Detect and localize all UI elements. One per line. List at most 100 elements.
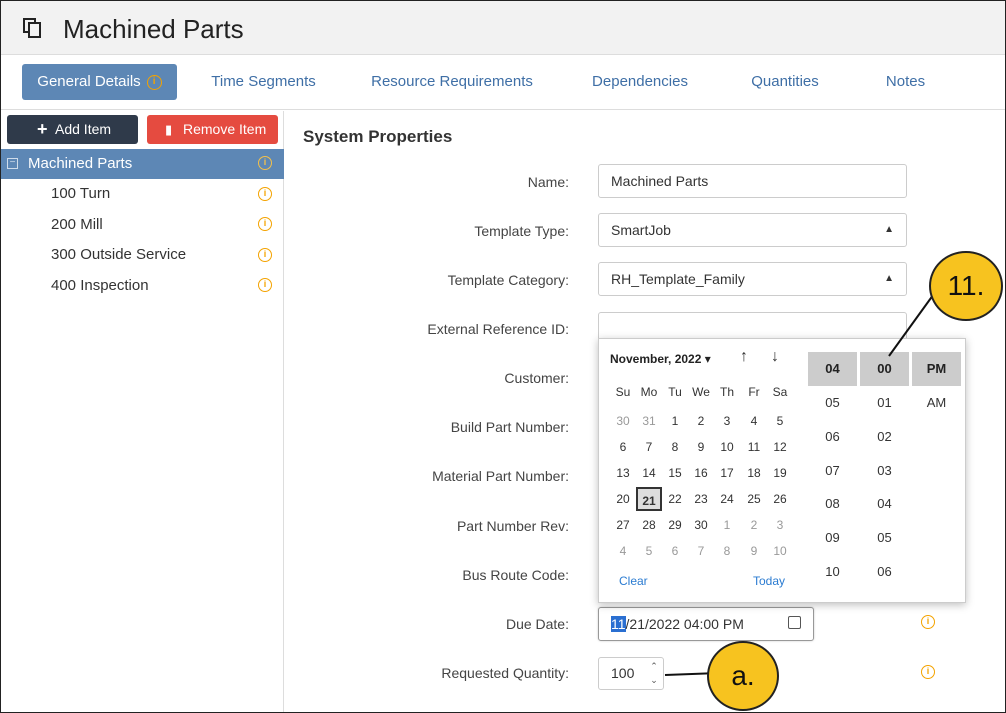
today-button[interactable]: Today bbox=[753, 574, 785, 588]
plus-icon: + bbox=[37, 119, 48, 139]
tab-resource-requirements[interactable]: Resource Requirements bbox=[371, 64, 533, 100]
ampm-option[interactable]: AM bbox=[912, 395, 961, 410]
hour-option[interactable]: 08 bbox=[808, 496, 857, 511]
tree-item-200-mill[interactable]: 200 Mill bbox=[51, 210, 103, 240]
sort-caret-icon: ▲ bbox=[884, 224, 894, 235]
section-title: System Properties bbox=[303, 127, 453, 146]
name-label: Name: bbox=[527, 174, 569, 190]
calendar-day[interactable]: 8 bbox=[662, 435, 688, 459]
calendar-day[interactable]: 29 bbox=[662, 513, 688, 537]
arrow-up-icon[interactable]: ↑ bbox=[740, 348, 748, 366]
minute-option[interactable]: 03 bbox=[860, 463, 909, 478]
calendar-day[interactable]: 12 bbox=[767, 435, 793, 459]
calendar-day[interactable]: 9 bbox=[688, 435, 714, 459]
calendar-day[interactable]: 4 bbox=[610, 539, 636, 563]
arrow-down-icon[interactable]: ↓ bbox=[771, 348, 779, 366]
calendar-day[interactable]: 9 bbox=[741, 539, 767, 563]
calendar-day[interactable]: 27 bbox=[610, 513, 636, 537]
requested-qty-input[interactable]: 100 ⌃ ⌄ bbox=[598, 657, 664, 690]
calendar-day[interactable]: 19 bbox=[767, 461, 793, 485]
template-type-select[interactable]: SmartJob ▲ bbox=[598, 213, 907, 247]
hour-option[interactable]: 05 bbox=[808, 395, 857, 410]
datetime-picker: November, 2022 ▾ ↑ ↓ Su Mo Tu We Th Fr Sa 30 31… bbox=[598, 338, 966, 603]
tab-notes[interactable]: Notes bbox=[877, 64, 934, 100]
calendar-day[interactable]: 8 bbox=[714, 539, 740, 563]
tree-item-300-outside-service[interactable]: 300 Outside Service bbox=[51, 240, 186, 270]
collapse-icon[interactable]: − bbox=[7, 158, 18, 169]
calendar-day[interactable]: 3 bbox=[714, 409, 740, 433]
minute-option[interactable]: 02 bbox=[860, 429, 909, 444]
calendar-day[interactable]: 2 bbox=[688, 409, 714, 433]
build-part-label: Build Part Number: bbox=[450, 419, 569, 435]
calendar-day[interactable]: 10 bbox=[714, 435, 740, 459]
tab-time-segments[interactable]: Time Segments bbox=[206, 64, 321, 100]
minute-option[interactable]: 06 bbox=[860, 564, 909, 579]
calendar-day[interactable]: 17 bbox=[714, 461, 740, 485]
calendar-day[interactable]: 13 bbox=[610, 461, 636, 485]
calendar-day[interactable]: 16 bbox=[688, 461, 714, 485]
calendar-day[interactable]: 4 bbox=[741, 409, 767, 433]
calendar-day[interactable]: 30 bbox=[688, 513, 714, 537]
template-category-value: RH_Template_Family bbox=[611, 271, 745, 287]
callout-11: 11. bbox=[929, 251, 1003, 321]
calendar-day[interactable]: 30 bbox=[610, 409, 636, 433]
add-item-button[interactable]: + Add Item bbox=[7, 115, 138, 144]
tree-root-machined-parts[interactable]: − Machined Parts i bbox=[1, 149, 284, 179]
hour-option[interactable]: 06 bbox=[808, 429, 857, 444]
trash-icon: ▮ bbox=[165, 122, 173, 137]
calendar-day[interactable]: 11 bbox=[741, 435, 767, 459]
calendar-day[interactable]: 25 bbox=[741, 487, 767, 511]
calendar-day[interactable]: 6 bbox=[662, 539, 688, 563]
hour-selected[interactable]: 04 bbox=[808, 352, 857, 386]
calendar-day[interactable]: 15 bbox=[662, 461, 688, 485]
due-date-value: /21/2022 04:00 PM bbox=[625, 616, 744, 632]
calendar-day[interactable]: 26 bbox=[767, 487, 793, 511]
weekday-header: Fr bbox=[748, 385, 760, 399]
calendar-day[interactable]: 5 bbox=[636, 539, 662, 563]
calendar-day[interactable]: 22 bbox=[662, 487, 688, 511]
calendar-day[interactable]: 1 bbox=[662, 409, 688, 433]
calendar-day[interactable]: 2 bbox=[741, 513, 767, 537]
tab-dependencies[interactable]: Dependencies bbox=[586, 64, 694, 100]
due-date-selected-text: 11 bbox=[611, 616, 626, 632]
calendar-day[interactable]: 31 bbox=[636, 409, 662, 433]
tab-general-details[interactable]: General Details i bbox=[22, 64, 177, 100]
weekday-header: Sa bbox=[772, 385, 788, 399]
calendar-day[interactable]: 10 bbox=[767, 539, 793, 563]
calendar-day[interactable]: 5 bbox=[767, 409, 793, 433]
month-switch[interactable]: November, 2022 ▾ bbox=[610, 352, 711, 366]
calendar-day[interactable]: 6 bbox=[610, 435, 636, 459]
calendar-day[interactable]: 18 bbox=[741, 461, 767, 485]
tree-item-400-inspection[interactable]: 400 Inspection bbox=[51, 271, 149, 301]
hour-option[interactable]: 07 bbox=[808, 463, 857, 478]
hour-option[interactable]: 10 bbox=[808, 564, 857, 579]
calendar-day[interactable]: 3 bbox=[767, 513, 793, 537]
due-date-input[interactable]: 11/21/2022 04:00 PM bbox=[598, 607, 814, 641]
calendar-day-selected[interactable]: 21 bbox=[636, 487, 662, 511]
minute-option[interactable]: 05 bbox=[860, 530, 909, 545]
calendar-day[interactable]: 7 bbox=[688, 539, 714, 563]
calendar-icon[interactable] bbox=[788, 616, 801, 629]
title-bar: Machined Parts bbox=[1, 1, 1005, 55]
calendar-day[interactable]: 14 bbox=[636, 461, 662, 485]
minute-option[interactable]: 01 bbox=[860, 395, 909, 410]
minute-option[interactable]: 04 bbox=[860, 496, 909, 511]
calendar-day[interactable]: 24 bbox=[714, 487, 740, 511]
info-icon: i bbox=[258, 217, 272, 231]
callout-a: a. bbox=[707, 641, 779, 711]
calendar-day[interactable]: 7 bbox=[636, 435, 662, 459]
template-category-select[interactable]: RH_Template_Family ▲ bbox=[598, 262, 907, 296]
add-item-label: Add Item bbox=[55, 121, 112, 137]
clear-button[interactable]: Clear bbox=[619, 574, 648, 588]
tree-item-100-turn[interactable]: 100 Turn bbox=[51, 179, 110, 209]
calendar-day[interactable]: 23 bbox=[688, 487, 714, 511]
quantity-stepper[interactable]: ⌃ ⌄ bbox=[647, 659, 661, 688]
copy-icon bbox=[23, 18, 41, 38]
name-input[interactable]: Machined Parts bbox=[598, 164, 907, 198]
tab-quantities[interactable]: Quantities bbox=[743, 64, 827, 100]
calendar-day[interactable]: 28 bbox=[636, 513, 662, 537]
calendar-day[interactable]: 1 bbox=[714, 513, 740, 537]
hour-option[interactable]: 09 bbox=[808, 530, 857, 545]
calendar-day[interactable]: 20 bbox=[610, 487, 636, 511]
remove-item-button[interactable]: ▮ Remove Item bbox=[147, 115, 278, 144]
